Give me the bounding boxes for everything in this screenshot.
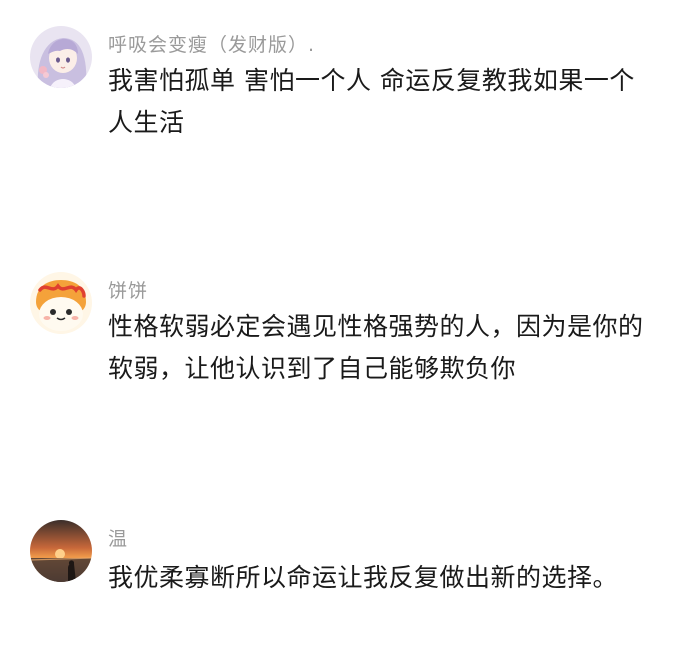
sunset-avatar-icon[interactable] [30,520,92,582]
comment-text: 我优柔寡断所以命运让我反复做出新的选择。 [108,563,619,592]
comment-username[interactable]: 温 [108,524,128,551]
comment-item: 温 我优柔寡断所以命运让我反复做出新的选择。 [0,0,690,649]
